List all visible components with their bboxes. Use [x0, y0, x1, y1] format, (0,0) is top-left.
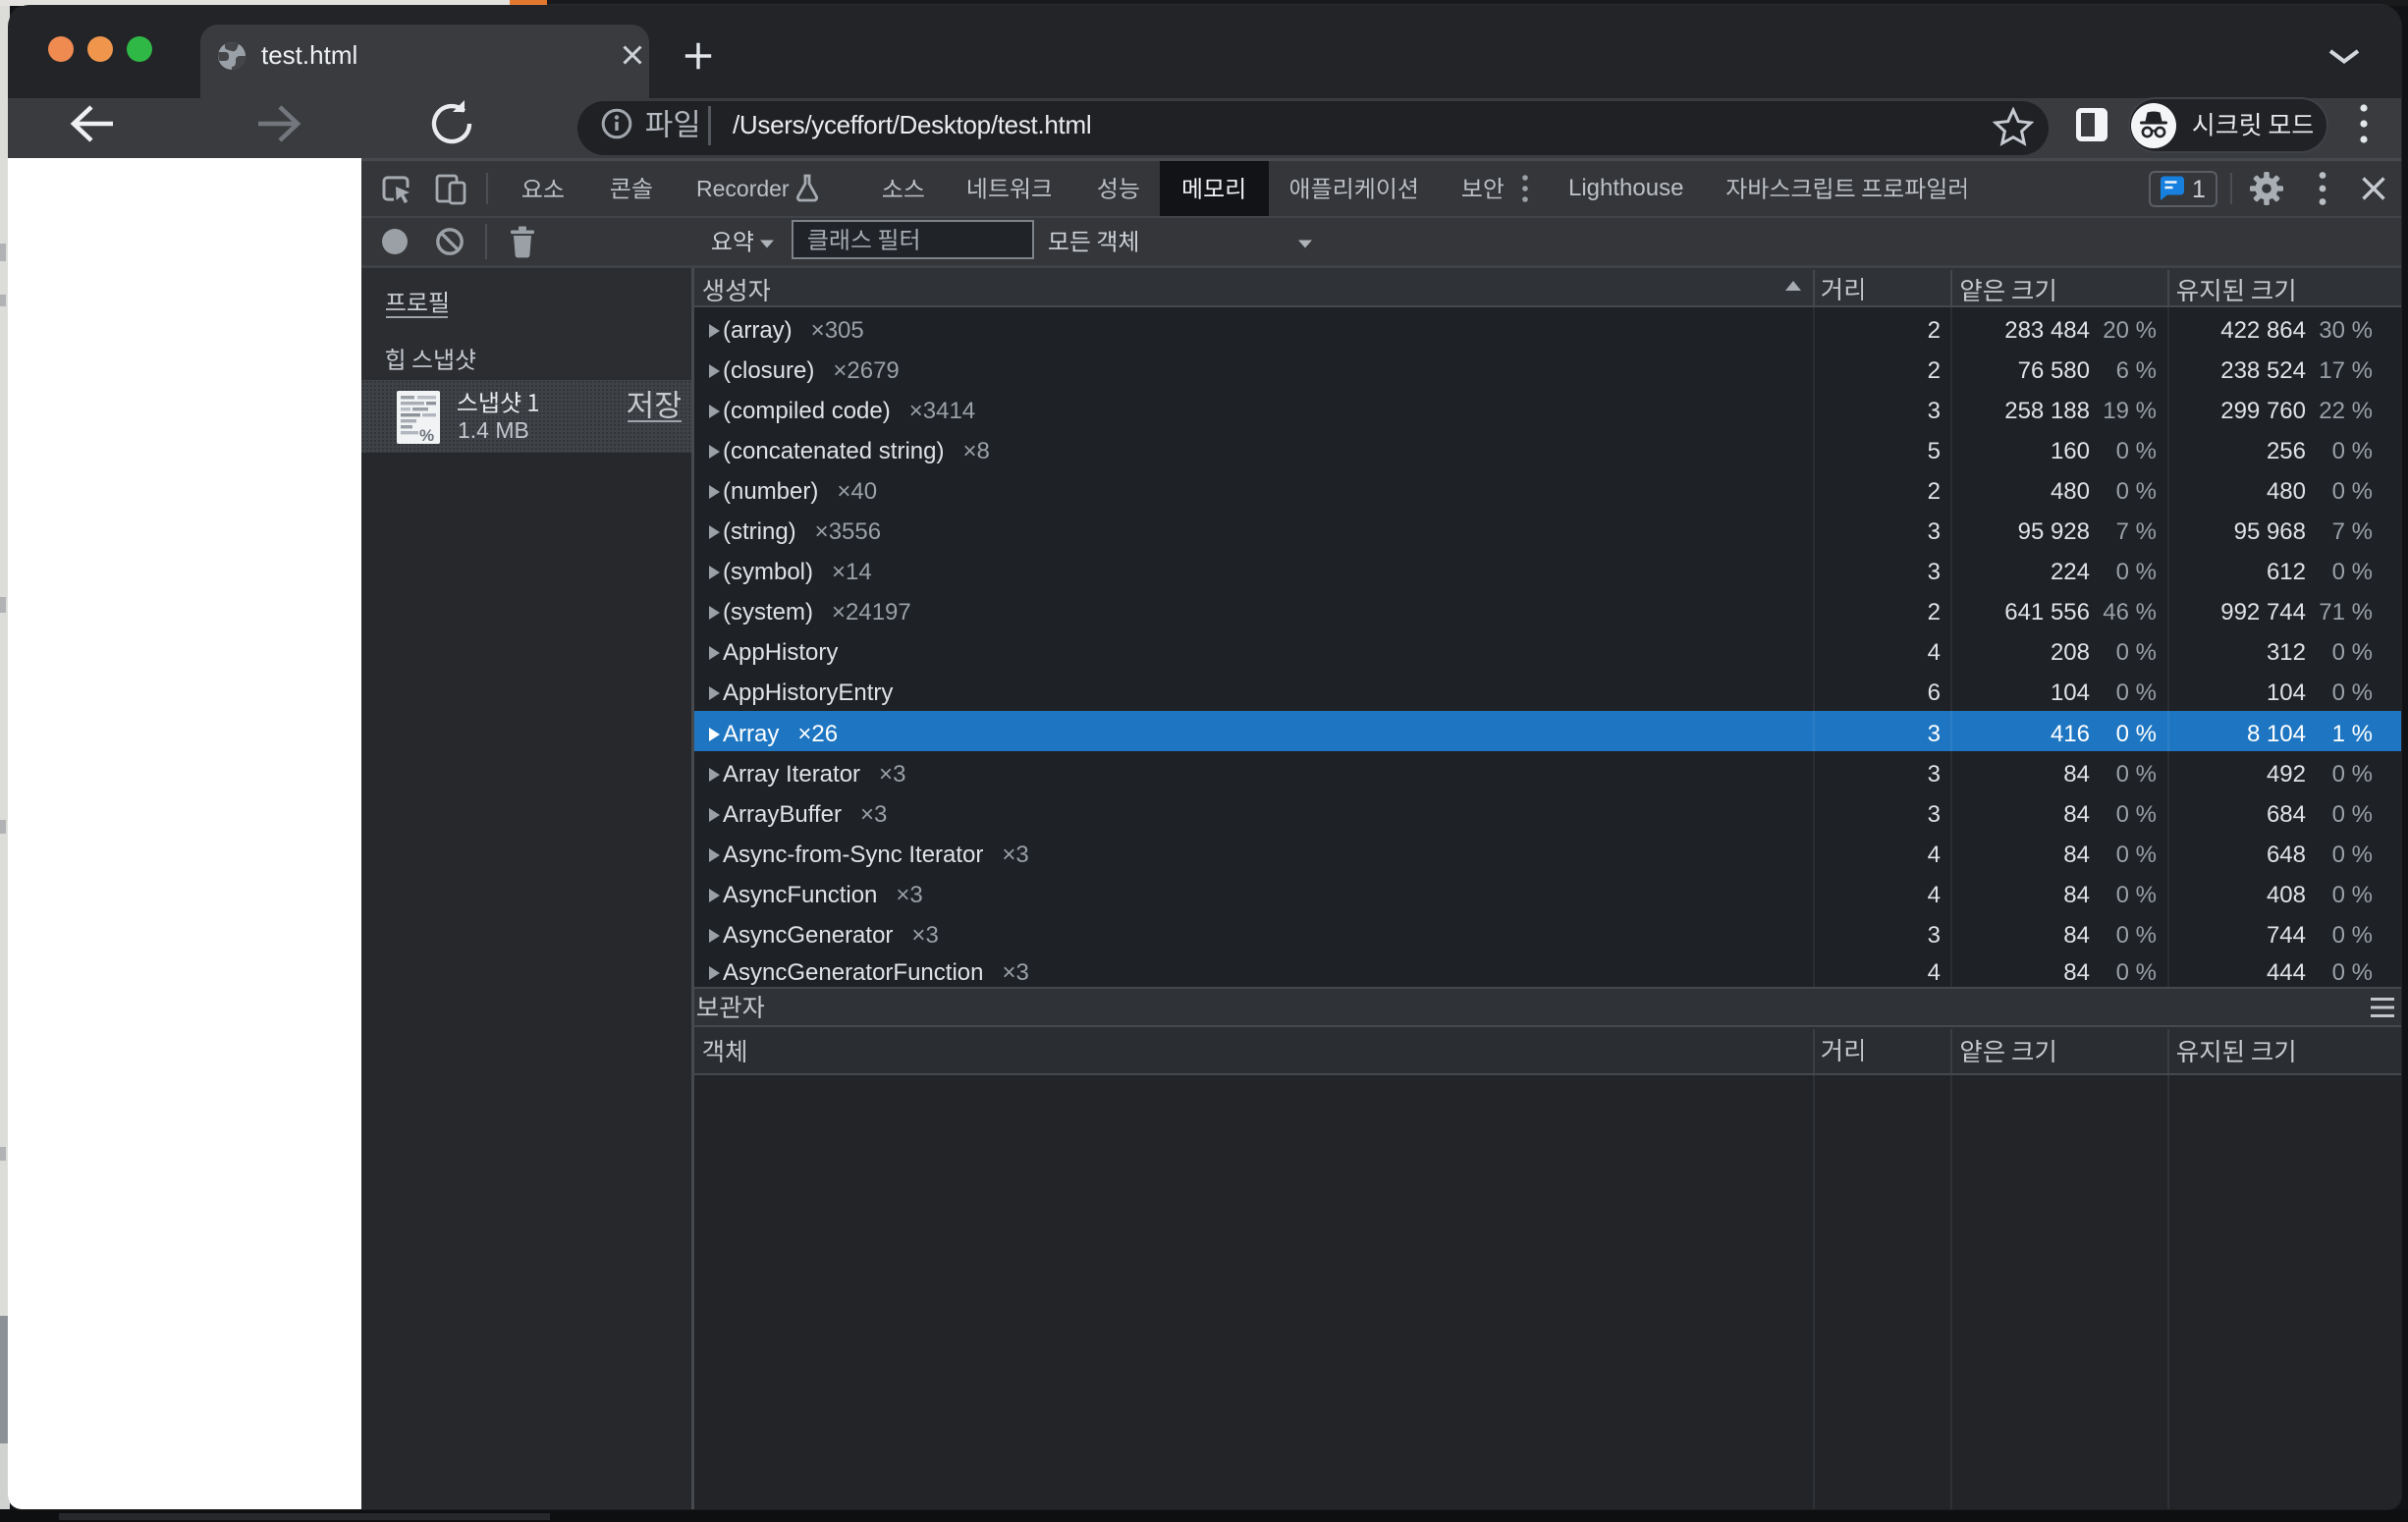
svg-text:%: %	[419, 426, 434, 445]
